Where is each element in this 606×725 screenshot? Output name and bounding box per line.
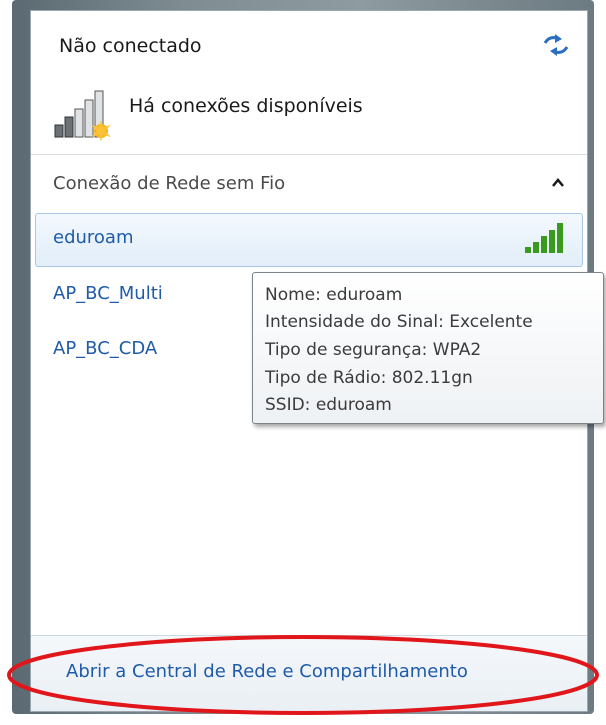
starburst-icon: [91, 120, 111, 142]
tooltip-radio: Tipo de Rádio: 802.11gn: [265, 368, 473, 388]
network-details-tooltip: Nome: eduroam Intensidade do Sinal: Exce…: [252, 272, 604, 424]
wireless-section-label: Conexão de Rede sem Fio: [53, 173, 286, 194]
tooltip-signal: Intensidade do Sinal: Excelente: [265, 312, 533, 332]
availability-text: Há conexões disponíveis: [129, 95, 363, 117]
signal-strength-icon: [525, 223, 563, 253]
tooltip-ssid: SSID: eduroam: [265, 395, 392, 415]
connection-status-title: Não conectado: [59, 35, 202, 57]
divider: [31, 154, 587, 155]
chevron-up-icon[interactable]: [551, 177, 565, 189]
network-item-ap-bc-cda[interactable]: AP_BC_CDA: [53, 338, 157, 359]
network-name[interactable]: eduroam: [53, 227, 134, 248]
tooltip-security: Tipo de segurança: WPA2: [265, 340, 482, 360]
tooltip-name: Nome: eduroam: [265, 285, 403, 305]
refresh-icon[interactable]: [541, 33, 571, 57]
highlight-ellipse: [7, 635, 599, 715]
network-unavailable-signal-icon: [54, 90, 111, 142]
network-item-ap-bc-multi[interactable]: AP_BC_Multi: [53, 283, 163, 304]
